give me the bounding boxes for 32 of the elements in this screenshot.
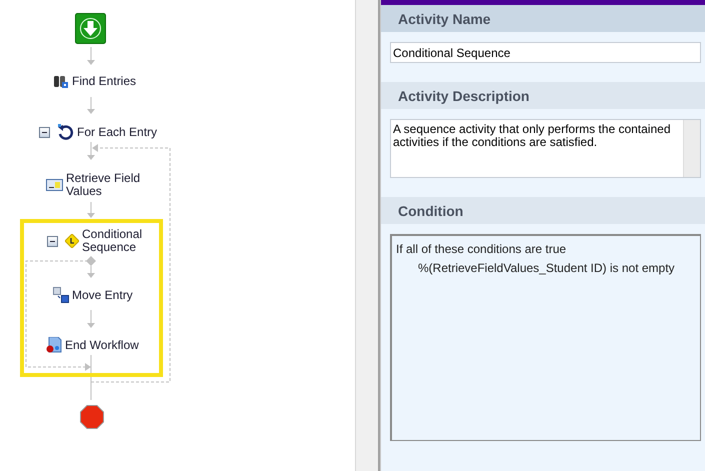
connector-arrow [87, 310, 95, 328]
activity-label: For Each Entry [77, 126, 158, 139]
loop-arrow-icon [57, 124, 74, 141]
section-header: Activity Description [381, 82, 705, 109]
activity-label: Conditional Sequence [82, 228, 142, 254]
connector-line [90, 354, 92, 400]
connector-arrow [87, 142, 95, 160]
activity-name-field[interactable]: Conditional Sequence [390, 42, 701, 63]
end-workflow-icon [46, 337, 62, 353]
binoculars-icon [53, 73, 69, 89]
connector-arrow [87, 202, 95, 218]
merge-diamond [86, 256, 96, 266]
connector-arrow [87, 96, 95, 114]
connector-arrow [87, 46, 95, 65]
scrollbar[interactable] [683, 120, 700, 177]
condition-text: If all of these conditions are true [396, 241, 566, 258]
activity-label: End Workflow [65, 338, 140, 352]
stop-icon [80, 405, 104, 429]
form-field-icon [46, 179, 63, 191]
activity-label: Retrieve Field Values [66, 172, 142, 198]
section-header: Condition [381, 197, 705, 224]
move-icon [53, 287, 69, 303]
start-icon [75, 13, 106, 44]
collapse-icon[interactable] [47, 236, 58, 246]
condition-text: %(RetrieveFieldValues_Student ID) is not empty [417, 260, 675, 277]
description-field[interactable]: A sequence activity that only performs the contained activities if the conditions are satisfied. [390, 119, 701, 178]
connector-arrow [87, 266, 95, 278]
collapse-icon[interactable] [39, 127, 50, 138]
activity-label: Move Entry [72, 288, 134, 302]
section-header: Activity Name [381, 5, 705, 32]
activity-label: Find Entries [72, 74, 138, 88]
diamond-icon [65, 234, 79, 248]
